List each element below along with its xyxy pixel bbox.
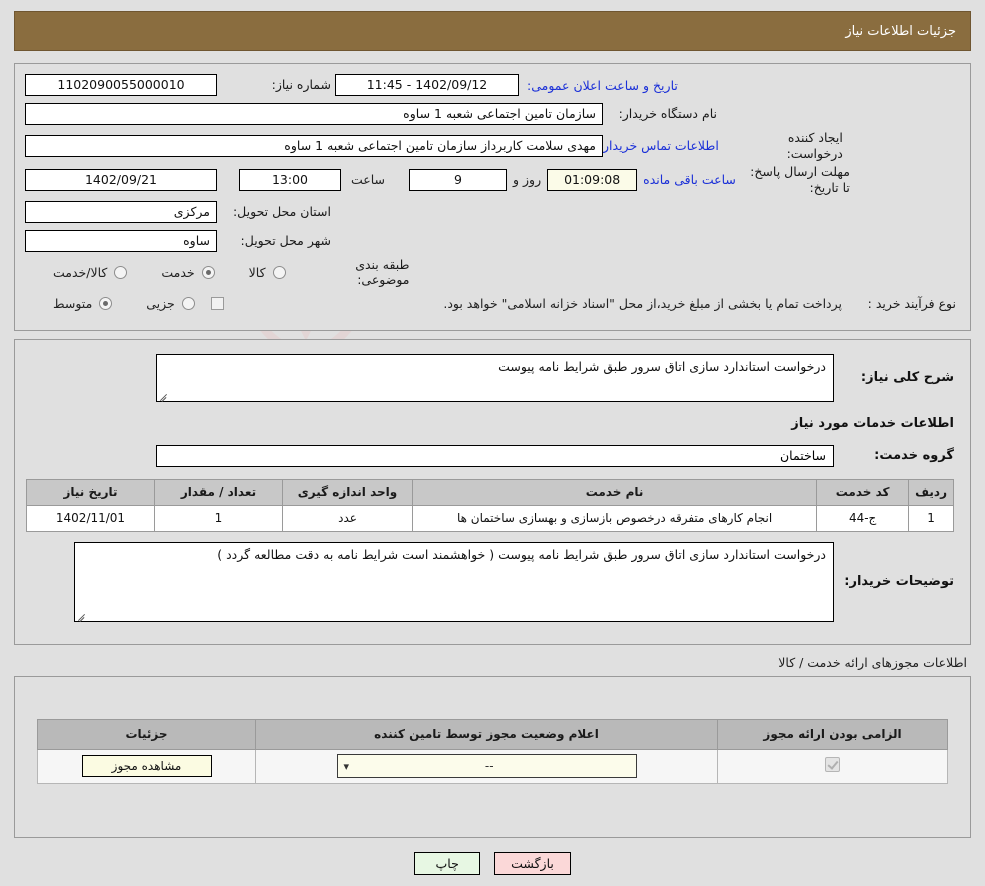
col-permit-details: جزئیات bbox=[37, 718, 256, 750]
view-permit-button[interactable]: مشاهده مجوز bbox=[81, 755, 212, 778]
buyer-notes-value: درخواست استاندارد سازی اتاق سرور طبق شرا… bbox=[217, 546, 826, 562]
deadline-time-value: 13:00 bbox=[239, 168, 341, 191]
need-summary-textarea[interactable]: درخواست استاندارد سازی اتاق سرور طبق شرا… bbox=[156, 353, 834, 402]
need-summary-value: درخواست استاندارد سازی اتاق سرور طبق شرا… bbox=[498, 358, 826, 374]
resize-grip-icon[interactable] bbox=[159, 390, 169, 400]
buyer-org-value: سازمان تامین اجتماعی شعبه 1 ساوه bbox=[25, 103, 603, 125]
public-announce-value: 1402/09/12 - 11:45 bbox=[335, 74, 519, 96]
permit-status-value: -- bbox=[484, 759, 494, 774]
top-info-panel: تاریخ و ساعت اعلان عمومی: 1402/09/12 - 1… bbox=[14, 63, 971, 331]
back-button[interactable]: بازگشت bbox=[494, 851, 571, 875]
request-creator-label: ایجاد کننده درخواست: bbox=[786, 130, 843, 161]
radio-kala-icon[interactable] bbox=[272, 265, 286, 279]
radio-item-motevaset[interactable]: متوسط bbox=[53, 296, 114, 311]
radio-motevaset-label: متوسط bbox=[53, 296, 93, 312]
col-permit-required: الزامی بودن ارائه مجوز bbox=[717, 718, 948, 750]
public-announce-label: تاریخ و ساعت اعلان عمومی: bbox=[527, 77, 678, 93]
cell-service-code: ج-44 bbox=[816, 504, 910, 532]
need-number-label: شماره نیاز: bbox=[271, 77, 331, 93]
buyer-org-label: نام دستگاه خریدار: bbox=[618, 106, 717, 122]
row-need-number: تاریخ و ساعت اعلان عمومی: 1402/09/12 - 1… bbox=[25, 72, 960, 98]
radio-item-kala[interactable]: کالا bbox=[249, 265, 288, 280]
service-group-value: ساختمان bbox=[156, 444, 834, 467]
row-process-type: پرداخت تمام یا بخشی از مبلغ خرید،از محل … bbox=[25, 291, 960, 317]
radio-jozii-label: جزیی bbox=[146, 296, 175, 312]
deadline-date-value: 1402/09/21 bbox=[25, 168, 217, 191]
col-service-code: کد خدمت bbox=[816, 478, 910, 506]
cell-service-name: انجام کارهای متفرقه درخصوص بازسازی و بهس… bbox=[411, 504, 818, 532]
table-row: 1 ج-44 انجام کارهای متفرقه درخصوص بازساز… bbox=[26, 504, 954, 532]
need-details-panel: شرح کلی نیاز: درخواست استاندارد سازی اتا… bbox=[14, 338, 971, 645]
response-deadline-label: مهلت ارسال پاسخ: تا تاریخ: bbox=[750, 164, 850, 195]
purchase-process-type-label: نوع فرآیند خرید : bbox=[867, 295, 956, 311]
row-deadline: ساعت باقی مانده 01:09:08 روز و 9 ساعت 13… bbox=[25, 164, 960, 195]
buyer-notes-textarea[interactable]: درخواست استاندارد سازی اتاق سرور طبق شرا… bbox=[74, 541, 834, 622]
cell-permit-details: مشاهده مجوز bbox=[37, 748, 256, 784]
radio-item-jozii[interactable]: جزیی bbox=[146, 296, 197, 311]
subject-category-label: طبقه بندی موضوعی: bbox=[355, 256, 410, 288]
radio-kala-khedmat-icon[interactable] bbox=[114, 265, 128, 279]
row-subject-category: کالا خدمت کالا/خدمت طبقه بندی موضوعی: bbox=[25, 257, 960, 288]
radio-kala-label: کالا bbox=[248, 264, 266, 280]
col-permit-status: اعلام وضعیت مجوز توسط تامین کننده bbox=[255, 718, 718, 750]
row-city: ساوه شهر محل تحویل: bbox=[25, 228, 960, 254]
treasury-checkbox[interactable] bbox=[210, 297, 224, 311]
cell-quantity: 1 bbox=[154, 504, 283, 532]
buyer-contact-link[interactable]: اطلاعات تماس خریدار bbox=[603, 138, 719, 153]
radio-motevaset-icon[interactable] bbox=[99, 297, 113, 311]
col-service-name: نام خدمت bbox=[411, 478, 818, 506]
need-summary-label: شرح کلی نیاز: bbox=[860, 370, 954, 386]
col-row: ردیف bbox=[908, 478, 954, 506]
treasury-note: پرداخت تمام یا بخشی از مبلغ خرید،از محل … bbox=[443, 296, 842, 312]
time-left-value: 01:09:08 bbox=[547, 168, 638, 191]
permit-required-checkbox-icon bbox=[825, 757, 840, 773]
delivery-city-value: ساوه bbox=[25, 229, 217, 252]
delivery-city-label: شهر محل تحویل: bbox=[240, 232, 331, 248]
need-number-value: 1102090055000010 bbox=[25, 74, 217, 96]
resize-grip-icon[interactable] bbox=[77, 610, 87, 620]
permits-table-header-row: الزامی بودن ارائه مجوز اعلام وضعیت مجوز … bbox=[37, 718, 948, 750]
footer-actions: بازگشت چاپ bbox=[0, 851, 985, 875]
radio-item-kala-khedmat[interactable]: کالا/خدمت bbox=[53, 265, 129, 280]
col-quantity: تعداد / مقدار bbox=[154, 478, 283, 506]
radio-item-khedmat[interactable]: خدمت bbox=[161, 265, 216, 280]
row-service-group: گروه خدمت: ساختمان bbox=[31, 444, 954, 467]
cell-permit-required bbox=[717, 748, 948, 784]
hours-remaining-label: ساعت باقی مانده bbox=[643, 172, 736, 188]
radio-khedmat-icon[interactable] bbox=[201, 265, 215, 279]
radio-kala-khedmat-label: کالا/خدمت bbox=[53, 264, 108, 280]
cell-unit: عدد bbox=[282, 504, 413, 532]
days-and-label: روز و bbox=[513, 172, 542, 188]
days-left-value: 9 bbox=[409, 168, 508, 191]
col-need-date: تاریخ نیاز bbox=[26, 478, 155, 506]
page-header-bar: جزئیات اطلاعات نیاز bbox=[14, 11, 971, 51]
col-unit: واحد اندازه گیری bbox=[282, 478, 413, 506]
row-province: مرکزی استان محل تحویل: bbox=[25, 199, 960, 225]
row-request-creator: اطلاعات تماس خریدار مهدی سلامت کاربرداز … bbox=[25, 130, 960, 161]
request-creator-value: مهدی سلامت کاربرداز سازمان تامین اجتماعی… bbox=[25, 134, 603, 157]
print-button[interactable]: چاپ bbox=[414, 851, 481, 875]
radio-khedmat-label: خدمت bbox=[161, 264, 195, 280]
cell-permit-status: ▾ -- bbox=[255, 748, 718, 784]
services-info-heading: اطلاعات خدمات مورد نیاز bbox=[791, 415, 954, 431]
cell-row: 1 bbox=[908, 504, 954, 532]
permits-table: الزامی بودن ارائه مجوز اعلام وضعیت مجوز … bbox=[37, 718, 948, 784]
row-need-summary: شرح کلی نیاز: درخواست استاندارد سازی اتا… bbox=[31, 353, 954, 402]
row-buyer-org: سازمان تامین اجتماعی شعبه 1 ساوه نام دست… bbox=[25, 101, 960, 127]
delivery-province-label: استان محل تحویل: bbox=[232, 203, 331, 219]
row-buyer-notes: توضیحات خریدار: درخواست استاندارد سازی ا… bbox=[31, 541, 954, 622]
hour-label: ساعت bbox=[351, 172, 386, 188]
items-table: ردیف کد خدمت نام خدمت واحد اندازه گیری ت… bbox=[26, 478, 954, 532]
radio-jozii-icon[interactable] bbox=[181, 297, 195, 311]
page-title: جزئیات اطلاعات نیاز bbox=[845, 23, 956, 39]
buyer-notes-label: توضیحات خریدار: bbox=[844, 574, 954, 590]
items-table-header-row: ردیف کد خدمت نام خدمت واحد اندازه گیری ت… bbox=[26, 478, 954, 506]
permits-panel: الزامی بودن ارائه مجوز اعلام وضعیت مجوز … bbox=[14, 675, 971, 838]
permit-status-select[interactable]: ▾ -- bbox=[336, 754, 637, 779]
service-group-label: گروه خدمت: bbox=[874, 448, 954, 464]
delivery-province-value: مرکزی bbox=[25, 200, 217, 223]
table-row: ▾ -- مشاهده مجوز bbox=[37, 748, 948, 784]
cell-need-date: 1402/11/01 bbox=[26, 504, 155, 532]
permits-section-title: اطلاعات مجوزهای ارائه خدمت / کالا bbox=[778, 654, 967, 670]
